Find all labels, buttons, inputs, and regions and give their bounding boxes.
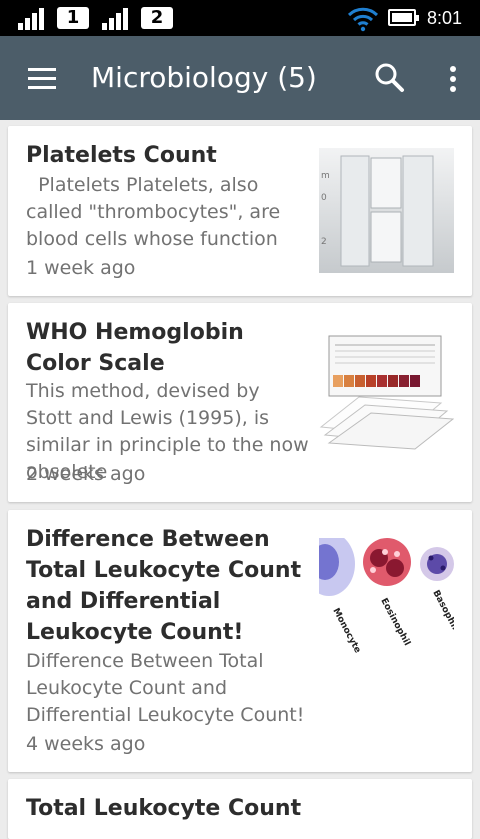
hemoglobin-color-scale-image: [319, 331, 454, 451]
menu-button[interactable]: [14, 60, 70, 96]
battery-icon: [388, 9, 419, 26]
article-time: 4 weeks ago: [26, 733, 146, 755]
menu-icon: [28, 68, 56, 71]
svg-text:0: 0: [321, 193, 327, 203]
article-snippet: Platelets Platelets, also called "thromb…: [26, 174, 287, 250]
leukocytes-image: Monocyte Eosinophil Basophil: [319, 538, 454, 658]
signal-strength-sim1-icon: [18, 6, 50, 30]
search-button[interactable]: [370, 58, 410, 98]
app-title: Microbiology (5): [91, 61, 317, 94]
article-title: Platelets Count: [26, 143, 217, 168]
svg-text:2: 2: [321, 237, 327, 247]
article-title: Total Leukocyte Count: [26, 796, 302, 821]
counting-chamber-image: m 0 2: [319, 148, 454, 273]
signal-strength-sim2-icon: [102, 6, 134, 30]
wifi-icon: [347, 7, 379, 32]
sim2-badge: 2: [141, 7, 173, 29]
more-vertical-icon: [450, 66, 456, 72]
status-bar: 1 2 8:01: [0, 0, 480, 36]
article-card[interactable]: Platelets Count Platelets Platelets, als…: [8, 126, 472, 296]
article-card[interactable]: Difference Between Total Leukocyte Count…: [8, 510, 472, 772]
article-card[interactable]: WHO Hemoglobin Color Scale This method, …: [8, 303, 472, 502]
article-title: WHO Hemoglobin Color Scale: [26, 320, 244, 376]
search-icon: [375, 63, 404, 92]
article-title: Difference Between Total Leukocyte Count…: [26, 527, 302, 645]
status-clock: 8:01: [427, 8, 463, 28]
svg-text:m: m: [321, 171, 330, 181]
article-card[interactable]: Total Leukocyte Count: [8, 779, 472, 839]
sim1-badge: 1: [57, 7, 89, 29]
article-time: 2 weeks ago: [26, 463, 146, 485]
app-bar: Microbiology (5): [0, 36, 480, 120]
overflow-menu-button[interactable]: [440, 58, 466, 98]
article-time: 1 week ago: [26, 257, 136, 279]
article-snippet: Difference Between Total Leukocyte Count…: [26, 650, 305, 726]
